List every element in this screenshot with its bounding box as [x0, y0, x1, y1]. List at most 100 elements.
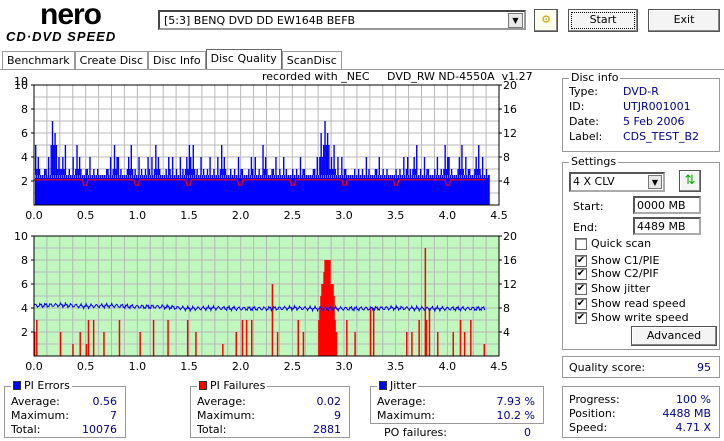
- show-jitter-checkbox[interactable]: ✔ Show jitter: [575, 282, 650, 295]
- checkmark-icon: ✔: [575, 297, 587, 310]
- write-speed-mark: [351, 175, 352, 178]
- pie-bar: [405, 169, 408, 205]
- pie-bar: [368, 169, 370, 205]
- pie-bar: [93, 169, 95, 205]
- x-tick-label: 4.0: [439, 360, 457, 370]
- write-speed-mark: [313, 175, 314, 178]
- pie-bar: [396, 175, 399, 205]
- pi-errors-average: 0.56: [92, 395, 118, 408]
- quality-score-value: 95: [697, 361, 711, 374]
- write-speed-mark: [455, 175, 456, 178]
- write-speed-mark: [217, 175, 218, 178]
- write-speed-mark: [91, 175, 92, 178]
- pif-bar: [372, 308, 375, 356]
- write-speed-mark: [249, 175, 250, 178]
- pie-bar: [97, 169, 99, 205]
- pie-bar: [140, 169, 143, 205]
- pie-bar: [412, 169, 414, 205]
- tab-create-disc[interactable]: Create Disc: [74, 51, 149, 70]
- pif-bar: [335, 332, 338, 356]
- pie-bar: [209, 157, 211, 205]
- write-speed-mark: [193, 175, 194, 178]
- chevron-down-icon[interactable]: ▼: [648, 175, 662, 189]
- write-speed-mark: [73, 175, 74, 178]
- pif-bar: [72, 344, 74, 356]
- write-speed-mark: [395, 175, 396, 178]
- write-speed-mark: [251, 175, 252, 178]
- pie-bar: [60, 169, 63, 205]
- drive-properties-button[interactable]: ⚙: [534, 9, 558, 32]
- pie-bar: [200, 157, 202, 205]
- write-speed-mark: [87, 175, 88, 178]
- write-speed-mark: [111, 175, 112, 178]
- speed-label: Speed:: [569, 421, 608, 434]
- write-speed-mark: [213, 175, 214, 178]
- refresh-button[interactable]: ⇅: [679, 170, 701, 192]
- speed-select[interactable]: 4 X CLV ▼: [569, 172, 665, 192]
- write-speed-mark: [45, 175, 46, 178]
- write-speed-mark: [453, 175, 454, 178]
- pie-bar: [320, 133, 322, 205]
- start-input[interactable]: 0000 MB: [633, 196, 701, 214]
- write-speed-mark: [201, 175, 202, 178]
- write-speed-mark: [227, 175, 228, 178]
- write-speed-mark: [123, 175, 124, 178]
- tab-benchmark[interactable]: Benchmark: [2, 51, 75, 70]
- pi-failures-average: 0.02: [316, 395, 342, 408]
- pie-bar: [361, 169, 364, 205]
- pie-bar: [217, 157, 219, 205]
- write-speed-mark: [389, 175, 390, 178]
- show-write-speed-label: Show write speed: [591, 311, 689, 324]
- tab-disc-info[interactable]: Disc Info: [148, 51, 206, 70]
- write-speed-mark: [439, 175, 440, 178]
- pif-bar: [139, 332, 141, 356]
- pie-bar: [386, 169, 388, 205]
- y-right-tick-label: 12: [503, 127, 517, 140]
- tab-disc-quality[interactable]: Disc Quality: [205, 49, 282, 70]
- write-speed-mark: [263, 175, 264, 178]
- pif-bar: [406, 332, 408, 356]
- write-speed-mark: [49, 175, 50, 178]
- y-tick-label: 6: [21, 127, 28, 140]
- pif-bar: [85, 344, 88, 356]
- write-speed-mark: [383, 175, 384, 178]
- pie-bar: [135, 175, 138, 205]
- write-speed-mark: [203, 175, 204, 178]
- pie-bar: [222, 169, 224, 205]
- write-speed-mark: [307, 175, 308, 178]
- chevron-down-icon[interactable]: ▼: [508, 13, 523, 28]
- write-speed-mark: [259, 175, 260, 178]
- write-speed-mark: [151, 175, 152, 178]
- exit-button[interactable]: Exit: [648, 9, 720, 32]
- write-speed-mark: [375, 175, 376, 178]
- pie-bar: [187, 169, 189, 205]
- pie-bar: [407, 157, 409, 205]
- write-speed-mark: [155, 175, 156, 178]
- show-read-speed-label: Show read speed: [591, 297, 686, 310]
- drive-select[interactable]: [5:3] BENQ DVD DD EW164B BEFB ▼: [158, 10, 526, 30]
- write-speed-mark: [413, 175, 414, 178]
- show-read-speed-checkbox[interactable]: ✔ Show read speed: [575, 297, 686, 310]
- pie-bar: [459, 169, 462, 205]
- write-speed-mark: [119, 175, 120, 178]
- write-speed-mark: [401, 175, 402, 178]
- write-speed-mark: [309, 175, 310, 178]
- show-c1-pie-checkbox[interactable]: ✔ Show C1/PIE: [575, 254, 659, 267]
- pif-bar: [79, 332, 81, 356]
- quick-scan-checkbox[interactable]: Quick scan: [575, 237, 651, 250]
- advanced-button[interactable]: Advanced: [631, 326, 717, 346]
- end-input[interactable]: 4489 MB: [633, 217, 701, 235]
- show-c2-pif-checkbox[interactable]: ✔ Show C2/PIF: [575, 267, 659, 280]
- write-speed-mark: [143, 175, 144, 178]
- show-write-speed-checkbox[interactable]: ✔ Show write speed: [575, 311, 689, 324]
- write-speed-mark: [357, 175, 358, 178]
- tab-scandisc[interactable]: ScanDisc: [281, 51, 342, 70]
- type-label: Type:: [569, 85, 598, 98]
- write-speed-mark: [257, 175, 258, 178]
- pi-errors-color-icon: [13, 381, 21, 390]
- start-button[interactable]: Start: [568, 9, 638, 32]
- show-jitter-label: Show jitter: [591, 282, 651, 295]
- write-speed-mark: [97, 175, 98, 178]
- write-speed-mark: [125, 175, 126, 178]
- write-speed-mark: [245, 175, 246, 178]
